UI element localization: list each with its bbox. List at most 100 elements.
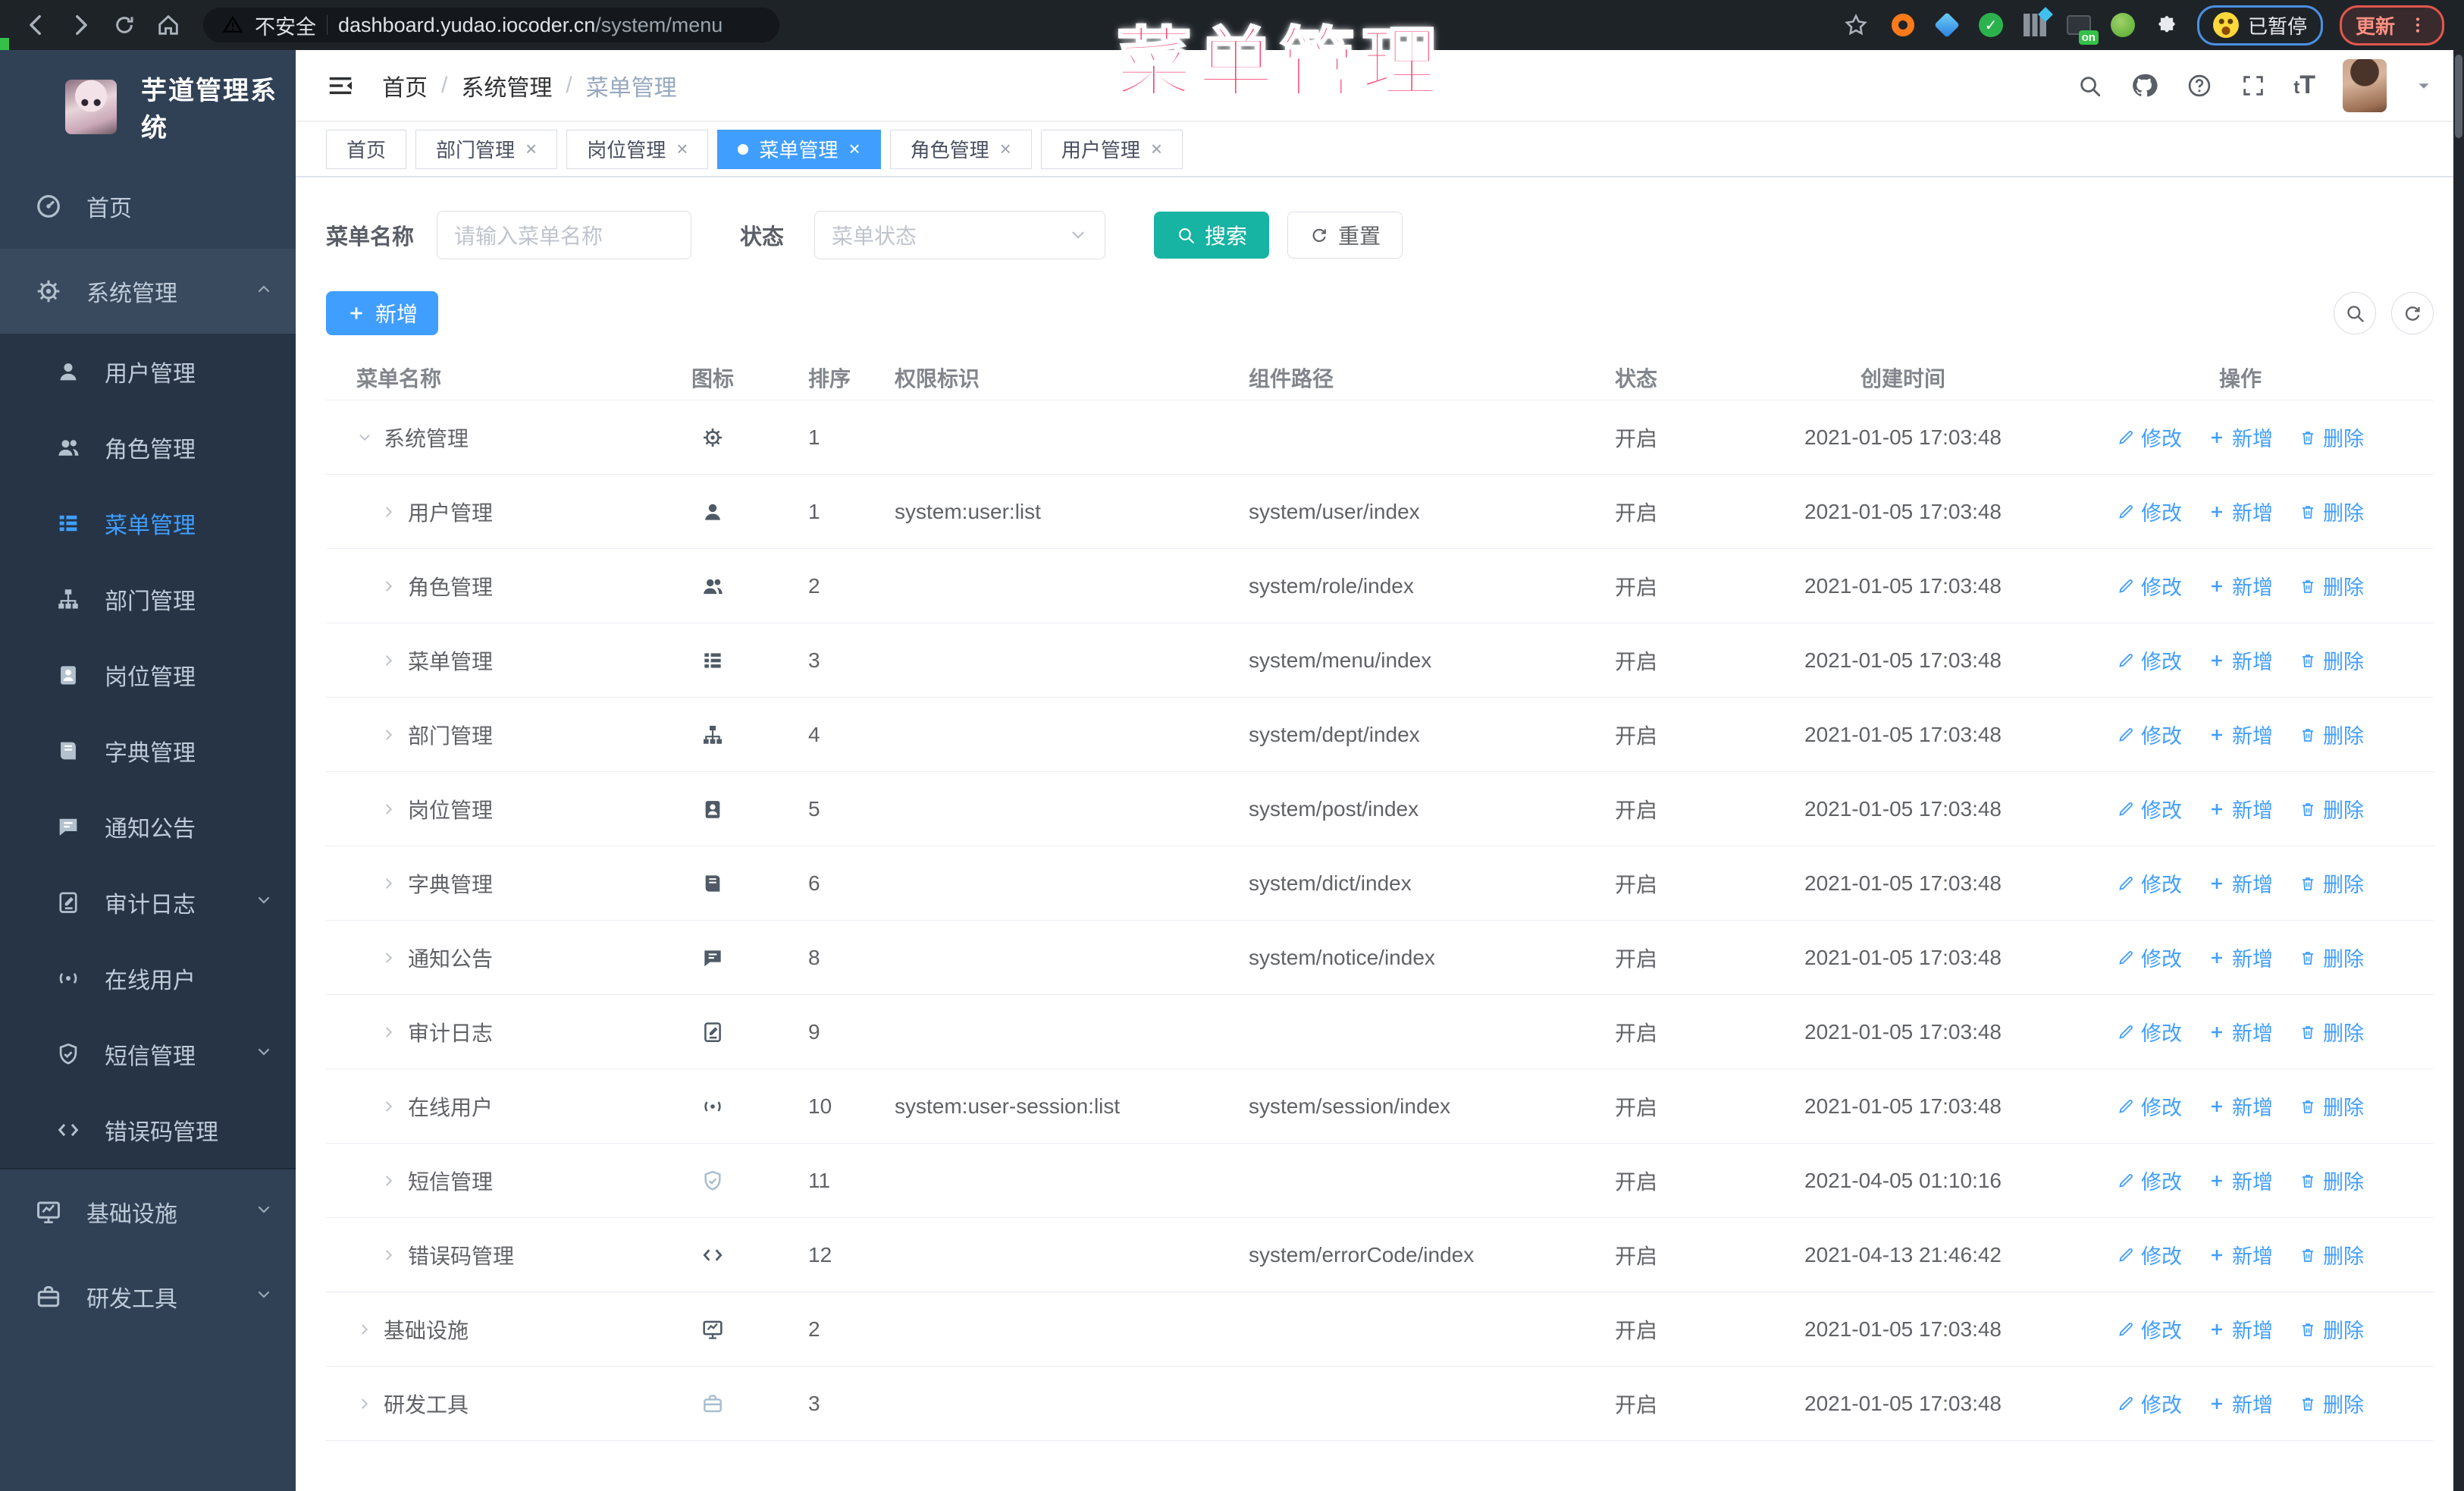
delete-action-link[interactable]: 删除 xyxy=(2299,1240,2364,1270)
delete-action-link[interactable]: 删除 xyxy=(2299,1314,2364,1344)
edit-action-link[interactable]: 修改 xyxy=(2117,1017,2182,1047)
sidebar-item-系统管理[interactable]: 系统管理 xyxy=(0,249,296,334)
extension-columns-icon[interactable] xyxy=(2021,11,2049,39)
search-icon[interactable] xyxy=(2077,73,2102,99)
scrollbar-thumb[interactable] xyxy=(2455,55,2462,138)
breadcrumb-item[interactable]: 系统管理 xyxy=(461,69,552,102)
delete-action-link[interactable]: 删除 xyxy=(2299,943,2364,972)
tab-close-icon[interactable]: × xyxy=(1151,137,1162,161)
expand-caret-right-icon[interactable] xyxy=(381,875,397,892)
sidebar-item-部门管理[interactable]: 部门管理 xyxy=(0,561,296,637)
tab-close-icon[interactable]: × xyxy=(848,137,860,161)
delete-action-link[interactable]: 删除 xyxy=(2299,1166,2364,1195)
delete-action-link[interactable]: 删除 xyxy=(2299,1091,2364,1121)
add-action-link[interactable]: 新增 xyxy=(2208,422,2273,452)
expand-caret-right-icon[interactable] xyxy=(381,1098,397,1115)
edit-action-link[interactable]: 修改 xyxy=(2117,1091,2182,1121)
tab-close-icon[interactable]: × xyxy=(1000,137,1011,161)
tab-首页[interactable]: 首页 xyxy=(326,129,407,169)
font-size-icon[interactable]: tT xyxy=(2293,71,2315,100)
edit-action-link[interactable]: 修改 xyxy=(2117,571,2182,601)
expand-caret-down-icon[interactable] xyxy=(356,429,373,446)
extension-ublock-icon[interactable] xyxy=(1889,11,1917,39)
extension-switch-icon[interactable]: on xyxy=(2065,11,2099,45)
github-icon[interactable] xyxy=(2130,71,2158,100)
add-action-link[interactable]: 新增 xyxy=(2208,1166,2273,1195)
sidebar-item-岗位管理[interactable]: 岗位管理 xyxy=(0,637,296,713)
address-bar[interactable]: 不安全 dashboard.yudao.iocoder.cn/system/me… xyxy=(203,8,779,42)
tab-部门管理[interactable]: 部门管理 × xyxy=(415,129,558,169)
tab-岗位管理[interactable]: 岗位管理 × xyxy=(566,129,709,169)
help-icon[interactable] xyxy=(2186,72,2213,99)
sidebar-item-研发工具[interactable]: 研发工具 xyxy=(0,1254,296,1339)
sidebar-item-短信管理[interactable]: 短信管理 xyxy=(0,1016,296,1092)
add-action-link[interactable]: 新增 xyxy=(2208,868,2273,898)
expand-caret-right-icon[interactable] xyxy=(356,1395,373,1412)
edit-action-link[interactable]: 修改 xyxy=(2117,1314,2182,1344)
expand-caret-right-icon[interactable] xyxy=(381,1247,397,1263)
edit-action-link[interactable]: 修改 xyxy=(2117,1166,2182,1195)
edit-action-link[interactable]: 修改 xyxy=(2117,720,2182,749)
delete-action-link[interactable]: 删除 xyxy=(2299,1017,2364,1047)
add-action-link[interactable]: 新增 xyxy=(2208,1091,2273,1121)
add-action-link[interactable]: 新增 xyxy=(2208,1240,2273,1270)
add-action-link[interactable]: 新增 xyxy=(2208,943,2273,972)
kebab-menu-icon[interactable] xyxy=(2407,14,2428,36)
fullscreen-icon[interactable] xyxy=(2240,73,2266,99)
edit-action-link[interactable]: 修改 xyxy=(2117,943,2182,972)
add-action-link[interactable]: 新增 xyxy=(2208,1017,2273,1047)
sidebar-item-菜单管理[interactable]: 菜单管理 xyxy=(0,485,296,561)
expand-caret-right-icon[interactable] xyxy=(381,801,397,818)
add-action-link[interactable]: 新增 xyxy=(2208,497,2273,526)
expand-caret-right-icon[interactable] xyxy=(381,652,397,669)
expand-caret-right-icon[interactable] xyxy=(381,1024,397,1041)
tab-菜单管理[interactable]: 菜单管理 × xyxy=(717,129,881,169)
edit-action-link[interactable]: 修改 xyxy=(2117,868,2182,898)
add-action-link[interactable]: 新增 xyxy=(2208,571,2273,601)
expand-caret-right-icon[interactable] xyxy=(381,1172,397,1189)
breadcrumb-item[interactable]: 首页 xyxy=(382,69,428,102)
sidebar-item-错误码管理[interactable]: 错误码管理 xyxy=(0,1092,296,1168)
add-button[interactable]: 新增 xyxy=(326,291,439,335)
edit-action-link[interactable]: 修改 xyxy=(2117,1389,2182,1418)
paused-badge[interactable]: 已暂停 xyxy=(2196,5,2323,46)
sidebar-item-角色管理[interactable]: 角色管理 xyxy=(0,410,296,485)
update-button[interactable]: 更新 xyxy=(2339,5,2444,46)
expand-caret-right-icon[interactable] xyxy=(381,727,397,743)
bookmark-star-icon[interactable] xyxy=(1839,8,1873,42)
add-action-link[interactable]: 新增 xyxy=(2208,1389,2273,1418)
tab-用户管理[interactable]: 用户管理 × xyxy=(1040,129,1183,169)
toggle-search-button[interactable] xyxy=(2334,292,2376,334)
expand-caret-right-icon[interactable] xyxy=(381,950,397,966)
edit-action-link[interactable]: 修改 xyxy=(2117,422,2182,452)
tab-close-icon[interactable]: × xyxy=(525,137,537,161)
edit-action-link[interactable]: 修改 xyxy=(2117,794,2182,824)
status-select[interactable]: 菜单状态 xyxy=(814,211,1106,259)
extensions-puzzle-icon[interactable] xyxy=(2153,11,2180,39)
refresh-table-button[interactable] xyxy=(2391,292,2434,334)
add-action-link[interactable]: 新增 xyxy=(2208,794,2273,824)
collapse-sidebar-icon[interactable] xyxy=(326,71,355,100)
expand-caret-right-icon[interactable] xyxy=(381,504,397,520)
page-scrollbar[interactable] xyxy=(2453,50,2464,1491)
add-action-link[interactable]: 新增 xyxy=(2208,1314,2273,1344)
expand-caret-right-icon[interactable] xyxy=(356,1321,373,1338)
extension-tampermonkey-icon[interactable] xyxy=(2109,11,2136,39)
add-action-link[interactable]: 新增 xyxy=(2208,720,2273,749)
delete-action-link[interactable]: 删除 xyxy=(2299,422,2364,452)
delete-action-link[interactable]: 删除 xyxy=(2299,720,2364,749)
add-action-link[interactable]: 新增 xyxy=(2208,645,2273,675)
edit-action-link[interactable]: 修改 xyxy=(2117,497,2182,526)
delete-action-link[interactable]: 删除 xyxy=(2299,571,2364,601)
extension-check-icon[interactable]: ✓ xyxy=(1977,11,2005,39)
tab-角色管理[interactable]: 角色管理 × xyxy=(889,129,1032,169)
sidebar-item-基础设施[interactable]: 基础设施 xyxy=(0,1169,296,1254)
menu-name-input[interactable]: 请输入菜单名称 xyxy=(437,211,692,259)
sidebar-item-审计日志[interactable]: 审计日志 xyxy=(0,865,296,940)
sidebar-item-字典管理[interactable]: 字典管理 xyxy=(0,713,296,789)
sidebar-item-通知公告[interactable]: 通知公告 xyxy=(0,789,296,865)
user-caret-down-icon[interactable] xyxy=(2414,76,2434,96)
delete-action-link[interactable]: 删除 xyxy=(2299,868,2364,898)
sidebar-item-首页[interactable]: 首页 xyxy=(0,164,296,249)
browser-forward-icon[interactable] xyxy=(64,8,97,42)
